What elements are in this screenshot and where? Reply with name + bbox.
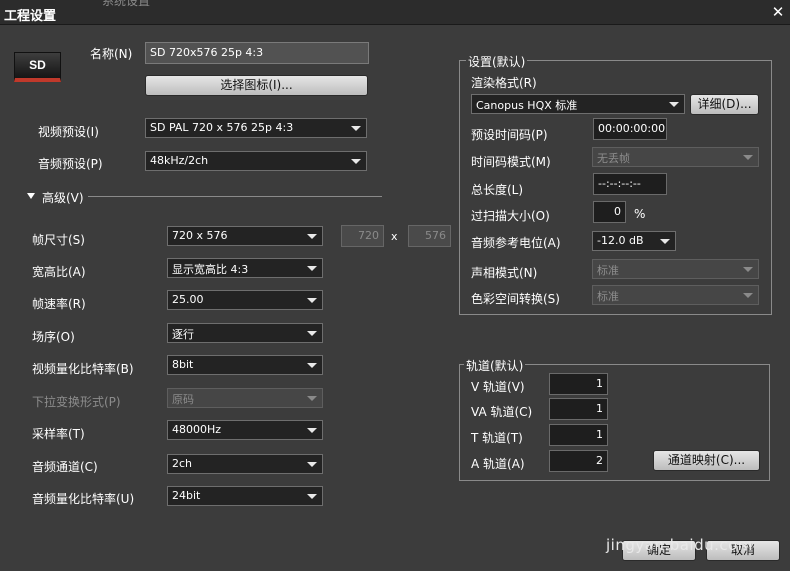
- audio-ref-value: -12.0 dB: [597, 234, 644, 247]
- phase-mode-value: 标准: [597, 264, 619, 277]
- video-preset-label: 视频预设(I): [38, 125, 99, 139]
- total-length-input[interactable]: --:--:--:--: [593, 173, 667, 195]
- name-label: 名称(N): [90, 47, 133, 61]
- audio-bit-value: 24bit: [172, 489, 201, 502]
- title-bar: 系统设置 工程设置 ✕: [0, 0, 790, 25]
- chevron-down-icon: [307, 494, 317, 499]
- sample-rate-label: 采样率(T): [32, 427, 85, 441]
- chevron-down-icon: [743, 155, 753, 160]
- frame-size-dropdown[interactable]: 720 x 576: [167, 226, 323, 246]
- overscan-input[interactable]: 0: [593, 201, 626, 223]
- audio-channels-dropdown[interactable]: 2ch: [167, 454, 323, 474]
- a-track-input[interactable]: 2: [549, 450, 608, 472]
- chevron-down-icon: [351, 126, 361, 131]
- chevron-down-icon: [743, 267, 753, 272]
- chevron-down-icon: [307, 428, 317, 433]
- sample-rate-value: 48000Hz: [172, 423, 222, 436]
- video-bit-dropdown[interactable]: 8bit: [167, 355, 323, 375]
- audio-bit-dropdown[interactable]: 24bit: [167, 486, 323, 506]
- preset-timecode-input[interactable]: 00:00:00:00: [593, 118, 667, 140]
- audio-channels-label: 音频通道(C): [32, 460, 98, 474]
- channel-map-button[interactable]: 通道映射(C)...: [653, 450, 760, 471]
- phase-mode-label: 声相模式(N): [471, 266, 538, 280]
- video-preset-dropdown[interactable]: SD PAL 720 x 576 25p 4:3: [145, 118, 367, 138]
- audio-preset-label: 音频预设(P): [38, 157, 103, 171]
- audio-bit-label: 音频量化比特率(U): [32, 492, 135, 506]
- collapse-triangle-icon[interactable]: [27, 193, 35, 199]
- chevron-down-icon: [669, 102, 679, 107]
- aspect-ratio-value: 显示宽高比 4:3: [172, 263, 249, 276]
- audio-preset-value: 48kHz/2ch: [150, 154, 209, 167]
- sd-project-icon: SD: [14, 52, 61, 82]
- v-track-label: V 轨道(V): [471, 380, 525, 394]
- field-order-dropdown[interactable]: 逐行: [167, 323, 323, 343]
- frame-height-input: 576: [408, 225, 451, 247]
- a-track-label: A 轨道(A): [471, 457, 525, 471]
- chevron-down-icon: [307, 462, 317, 467]
- section-divider: [88, 196, 382, 197]
- select-icon-button[interactable]: 选择图标(I)...: [145, 75, 368, 96]
- timecode-mode-label: 时间码模式(M): [471, 155, 551, 169]
- overscan-unit: %: [634, 207, 646, 221]
- t-track-label: T 轨道(T): [471, 431, 523, 445]
- color-space-value: 标准: [597, 290, 619, 303]
- frame-rate-label: 帧速率(R): [32, 297, 86, 311]
- overscan-label: 过扫描大小(O): [471, 209, 550, 223]
- chevron-down-icon: [307, 234, 317, 239]
- close-icon[interactable]: ✕: [768, 2, 788, 22]
- v-track-input[interactable]: 1: [549, 373, 608, 395]
- sample-rate-dropdown[interactable]: 48000Hz: [167, 420, 323, 440]
- frame-size-separator: x: [391, 230, 398, 243]
- chevron-down-icon: [307, 331, 317, 336]
- chevron-down-icon: [743, 293, 753, 298]
- timecode-mode-dropdown: 无丢帧: [592, 147, 759, 167]
- phase-mode-dropdown: 标准: [592, 259, 759, 279]
- name-input[interactable]: SD 720x576 25p 4:3: [145, 42, 369, 64]
- render-format-label: 渲染格式(R): [471, 76, 537, 90]
- chevron-down-icon: [351, 159, 361, 164]
- audio-ref-dropdown[interactable]: -12.0 dB: [592, 231, 676, 251]
- video-bit-value: 8bit: [172, 358, 194, 371]
- frame-size-value: 720 x 576: [172, 229, 228, 242]
- pulldown-label: 下拉变换形式(P): [32, 395, 121, 409]
- render-format-dropdown[interactable]: Canopus HQX 标准: [471, 94, 685, 114]
- settings-group-title: 设置(默认): [466, 53, 528, 70]
- render-format-value: Canopus HQX 标准: [476, 99, 578, 112]
- color-space-dropdown: 标准: [592, 285, 759, 305]
- audio-ref-label: 音频参考电位(A): [471, 236, 561, 250]
- watermark: jingyan.baidu.com: [606, 536, 753, 554]
- preset-timecode-label: 预设时间码(P): [471, 128, 548, 142]
- chevron-down-icon: [307, 266, 317, 271]
- timecode-mode-value: 无丢帧: [597, 152, 630, 165]
- frame-width-input: 720: [341, 225, 384, 247]
- color-space-label: 色彩空间转换(S): [471, 292, 560, 306]
- total-length-label: 总长度(L): [471, 183, 524, 197]
- chevron-down-icon: [307, 298, 317, 303]
- field-order-value: 逐行: [172, 328, 194, 341]
- dialog-title: 工程设置: [4, 9, 57, 24]
- va-track-input[interactable]: 1: [549, 398, 608, 420]
- field-order-label: 场序(O): [32, 330, 75, 344]
- video-bit-label: 视频量化比特率(B): [32, 362, 134, 376]
- t-track-input[interactable]: 1: [549, 424, 608, 446]
- chevron-down-icon: [660, 239, 670, 244]
- pulldown-value: 原码: [172, 393, 194, 406]
- audio-preset-dropdown[interactable]: 48kHz/2ch: [145, 151, 367, 171]
- detail-button[interactable]: 详细(D)...: [690, 94, 759, 115]
- advanced-section-label[interactable]: 高级(V): [42, 189, 84, 206]
- frame-rate-value: 25.00: [172, 293, 204, 306]
- aspect-ratio-label: 宽高比(A): [32, 265, 86, 279]
- chevron-down-icon: [307, 396, 317, 401]
- background-tab-title: 系统设置: [102, 0, 151, 8]
- frame-rate-dropdown[interactable]: 25.00: [167, 290, 323, 310]
- tracks-group-title: 轨道(默认): [464, 357, 526, 374]
- frame-size-label: 帧尺寸(S): [32, 233, 85, 247]
- aspect-ratio-dropdown[interactable]: 显示宽高比 4:3: [167, 258, 323, 278]
- pulldown-dropdown: 原码: [167, 388, 323, 408]
- video-preset-value: SD PAL 720 x 576 25p 4:3: [150, 121, 294, 134]
- chevron-down-icon: [307, 363, 317, 368]
- va-track-label: VA 轨道(C): [471, 405, 533, 419]
- audio-channels-value: 2ch: [172, 457, 193, 470]
